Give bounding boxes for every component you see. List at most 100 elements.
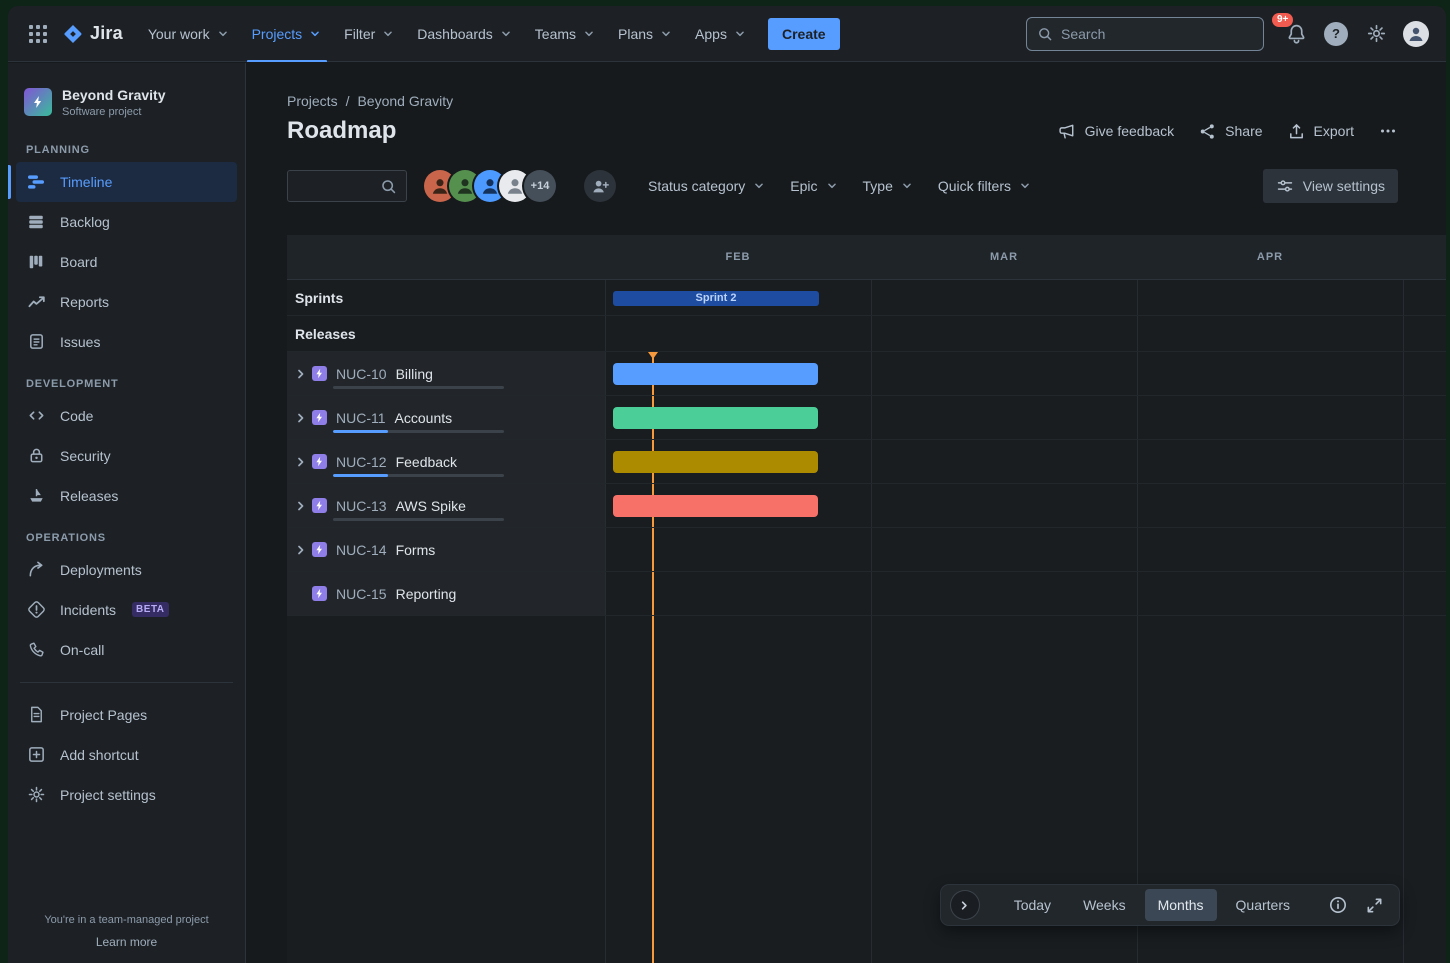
months-button[interactable]: Months — [1145, 889, 1217, 921]
avatar-group: +14 — [423, 170, 556, 202]
breadcrumb-projects-link[interactable]: Projects — [287, 93, 338, 109]
sidebar-item-reports[interactable]: Reports — [16, 282, 237, 322]
jira-logo[interactable]: Jira — [62, 23, 123, 45]
chevron-down-icon — [733, 27, 747, 41]
nav-item-dashboards[interactable]: Dashboards — [406, 6, 524, 62]
global-search-input[interactable] — [1061, 26, 1253, 42]
breadcrumb-project-link[interactable]: Beyond Gravity — [357, 93, 453, 109]
epic-dropdown[interactable]: Epic — [786, 172, 842, 200]
timeline-search[interactable] — [287, 170, 407, 202]
sidebar-item-releases[interactable]: Releases — [16, 476, 237, 516]
nav-item-label: Plans — [618, 26, 653, 42]
timeline-zoom-toolbar: Today Weeks Months Quarters — [941, 885, 1399, 925]
primary-nav: Your work Projects Filter Dashboards Tea… — [137, 6, 758, 62]
give-feedback-button[interactable]: Give feedback — [1058, 122, 1175, 141]
notifications-button[interactable]: 9+ — [1280, 18, 1312, 50]
quarters-button[interactable]: Quarters — [1223, 889, 1303, 921]
weeks-button[interactable]: Weeks — [1070, 889, 1139, 921]
epic-bar[interactable] — [613, 407, 818, 429]
topnav-right-cluster: 9+ ? — [1026, 17, 1432, 51]
nav-item-filter[interactable]: Filter — [333, 6, 406, 62]
epic-row-nuc-13[interactable]: NUC-13 AWS Spike — [287, 484, 1446, 528]
expand-icon — [1365, 896, 1384, 915]
sidebar-item-timeline[interactable]: Timeline — [16, 162, 237, 202]
nav-item-teams[interactable]: Teams — [524, 6, 607, 62]
sidebar-item-issues[interactable]: Issues — [16, 322, 237, 362]
sidebar-item-label: Issues — [60, 334, 100, 350]
releases-row-label: Releases — [295, 326, 356, 342]
sidebar-item-on-call[interactable]: On-call — [16, 630, 237, 670]
epic-progress-fill — [333, 430, 388, 433]
chevron-down-icon — [1018, 179, 1032, 193]
epic-name: Reporting — [396, 586, 457, 602]
export-icon — [1287, 122, 1306, 141]
global-search[interactable] — [1026, 17, 1264, 51]
epic-row-nuc-15[interactable]: NUC-15 Reporting — [287, 572, 1446, 616]
epic-bar[interactable] — [613, 451, 818, 473]
sidebar-item-board[interactable]: Board — [16, 242, 237, 282]
epic-key: NUC-14 — [336, 542, 387, 558]
sprint-bar[interactable]: Sprint 2 — [613, 291, 819, 306]
nav-item-apps[interactable]: Apps — [684, 6, 758, 62]
create-button[interactable]: Create — [768, 18, 840, 50]
epic-row-nuc-12[interactable]: NUC-12 Feedback — [287, 440, 1446, 484]
sidebar-item-deployments[interactable]: Deployments — [16, 550, 237, 590]
sidebar-item-add-shortcut[interactable]: Add shortcut — [16, 735, 237, 775]
today-button[interactable]: Today — [1001, 889, 1064, 921]
export-button[interactable]: Export — [1287, 122, 1354, 141]
sidebar-item-code[interactable]: Code — [16, 396, 237, 436]
expand-chevron-icon[interactable] — [293, 366, 309, 382]
avatar-overflow-count[interactable]: +14 — [524, 170, 556, 202]
share-button[interactable]: Share — [1198, 122, 1262, 141]
add-person-icon — [591, 177, 610, 196]
epic-name: AWS Spike — [396, 498, 466, 514]
gear-icon — [26, 785, 46, 805]
expand-chevron-icon[interactable] — [293, 542, 309, 558]
view-settings-button[interactable]: View settings — [1263, 169, 1398, 203]
dropdown-label: Type — [863, 178, 893, 194]
epic-row-nuc-14[interactable]: NUC-14 Forms — [287, 528, 1446, 572]
epic-name: Forms — [396, 542, 436, 558]
reports-icon — [26, 292, 46, 312]
type-dropdown[interactable]: Type — [859, 172, 918, 200]
nav-item-plans[interactable]: Plans — [607, 6, 684, 62]
breadcrumb-separator: / — [346, 93, 350, 109]
epic-row-nuc-11[interactable]: NUC-11 Accounts — [287, 396, 1446, 440]
epic-key: NUC-10 — [336, 366, 387, 382]
info-button[interactable] — [1323, 890, 1353, 920]
scroll-right-button[interactable] — [951, 891, 979, 919]
sidebar-item-label: Deployments — [60, 562, 142, 578]
fullscreen-button[interactable] — [1359, 890, 1389, 920]
profile-button[interactable] — [1400, 18, 1432, 50]
help-button[interactable]: ? — [1320, 18, 1352, 50]
expand-chevron-icon[interactable] — [293, 454, 309, 470]
sidebar-item-security[interactable]: Security — [16, 436, 237, 476]
status-category-dropdown[interactable]: Status category — [644, 172, 770, 200]
nav-item-label: Projects — [252, 26, 303, 42]
sidebar-item-project-settings[interactable]: Project settings — [16, 775, 237, 815]
sidebar-item-incidents[interactable]: Incidents BETA — [16, 590, 237, 630]
epic-bar[interactable] — [613, 363, 818, 385]
epic-row-nuc-10[interactable]: NUC-10 Billing — [287, 352, 1446, 396]
epic-key: NUC-12 — [336, 454, 387, 470]
chevron-down-icon — [499, 27, 513, 41]
quick-filters-dropdown[interactable]: Quick filters — [934, 172, 1036, 200]
timeline-search-input[interactable] — [297, 179, 380, 194]
nav-item-projects[interactable]: Projects — [241, 6, 334, 62]
expand-chevron-icon[interactable] — [293, 498, 309, 514]
epic-bar[interactable] — [613, 495, 818, 517]
sidebar-item-label: Backlog — [60, 214, 110, 230]
sidebar-item-project-pages[interactable]: Project Pages — [16, 695, 237, 735]
expand-chevron-icon[interactable] — [293, 410, 309, 426]
add-people-button[interactable] — [584, 170, 616, 202]
learn-more-link[interactable]: Learn more — [16, 935, 237, 949]
more-actions-button[interactable] — [1378, 121, 1398, 141]
releases-row: Releases — [287, 316, 1446, 352]
page-title: Roadmap — [287, 117, 396, 145]
incident-alert-icon — [26, 600, 46, 620]
phone-icon — [26, 640, 46, 660]
app-switcher-button[interactable] — [22, 18, 54, 50]
settings-button[interactable] — [1360, 18, 1392, 50]
nav-item-your-work[interactable]: Your work — [137, 6, 241, 62]
sidebar-item-backlog[interactable]: Backlog — [16, 202, 237, 242]
